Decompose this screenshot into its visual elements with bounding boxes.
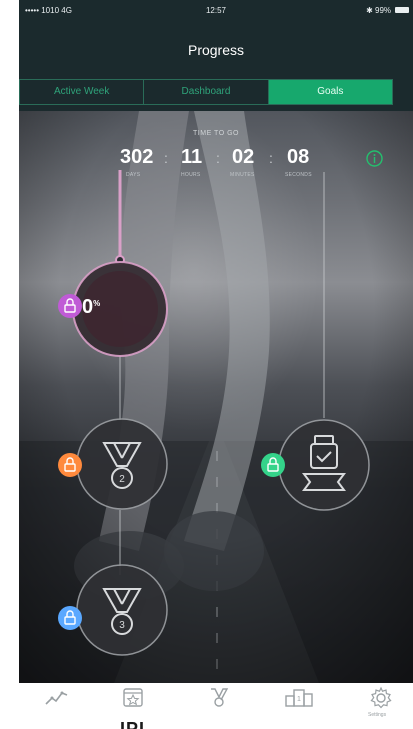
medal-3-number: 3 [119,620,125,631]
progress-lock-icon [58,294,82,318]
medal-2-badge[interactable]: 2 [76,418,168,510]
medal-2-number: 2 [119,474,125,485]
timer-colon: : [269,150,273,166]
svg-text:1: 1 [297,696,301,703]
medal-2-lock-icon [58,453,82,477]
settings-tab-label: Settings [368,712,387,718]
timer-title: TIME TO GO [193,130,239,137]
timer-minutes-label: MINUTES [230,172,255,178]
tab-goals[interactable]: Goals [268,80,392,104]
settings-gear-icon[interactable] [369,686,393,710]
progress-percent: 0% [82,296,101,318]
medal-3-lock-icon [58,606,82,630]
timer-colon: : [216,150,220,166]
timer-hours-label: HOURS [181,172,201,178]
star-calendar-icon[interactable] [120,686,146,708]
timer-seconds-label: SECONDS [285,172,312,178]
watch-award-badge[interactable] [278,419,370,511]
tab-active-week[interactable]: Active Week [20,80,145,104]
segmented-control: Active Week Dashboard Goals [19,79,393,105]
medal-3-badge[interactable]: 3 [76,564,168,656]
timer-colon: : [164,150,168,166]
screen: { "status_bar": { "carrier": "••••• 1010… [0,0,413,729]
watch-award-lock-icon [261,453,285,477]
tab-dashboard[interactable]: Dashboard [144,80,269,104]
timer-days: 302 [120,146,154,168]
timer-minutes: 02 [232,146,255,168]
timer-seconds: 08 [287,146,310,168]
timer-hours: 11 [181,146,203,168]
medals-icon[interactable] [206,686,232,708]
caption-text: IPI [120,719,146,729]
leaderboard-icon[interactable]: 1 [284,686,314,708]
timer-days-label: DAYS [126,172,141,178]
activity-chart-icon[interactable] [44,686,70,708]
info-icon[interactable] [366,150,383,167]
